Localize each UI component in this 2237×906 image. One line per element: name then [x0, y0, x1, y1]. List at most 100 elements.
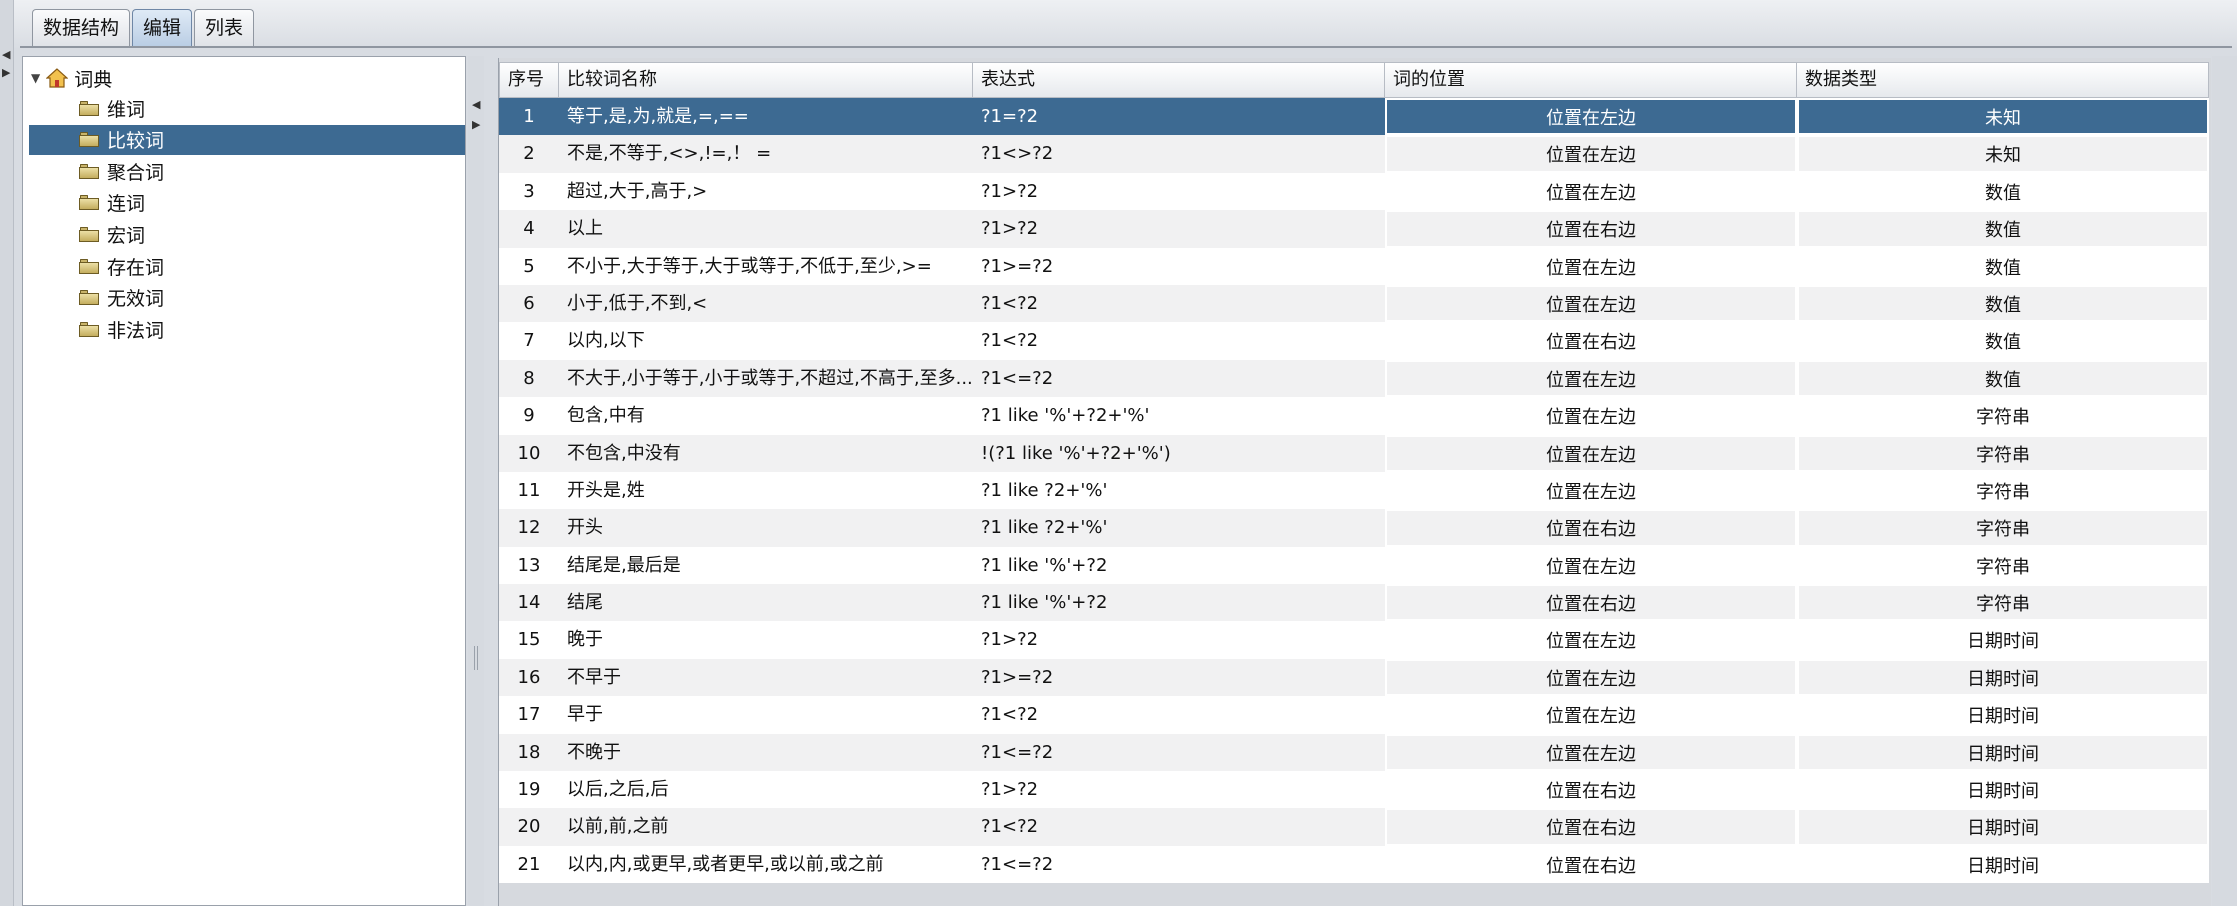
- table-row[interactable]: 14 结尾 ?1 like '%'+?2 位置在右边 字符串: [499, 584, 2209, 622]
- cell-word-position[interactable]: 位置在右边: [1385, 210, 1797, 248]
- cell-index[interactable]: 6: [499, 284, 559, 323]
- table-row[interactable]: 4 以上 ?1>?2 位置在右边 数值: [499, 210, 2209, 248]
- splitter-left-arrow-icon[interactable]: ◀: [472, 98, 480, 111]
- cell-word-position[interactable]: 位置在左边: [1385, 135, 1797, 173]
- cell-expression[interactable]: ?1<=?2: [973, 359, 1385, 398]
- table-row[interactable]: 12 开头 ?1 like ?2+'%' 位置在右边 字符串: [499, 509, 2209, 547]
- tree-item[interactable]: 非法词: [29, 314, 465, 344]
- tree-item[interactable]: 维词: [29, 93, 465, 123]
- cell-expression[interactable]: ?1<?2: [973, 696, 1385, 734]
- cell-word-name[interactable]: 不大于,小于等于,小于或等于,不超过,不高于,至多...: [559, 359, 973, 398]
- cell-index[interactable]: 9: [499, 397, 559, 435]
- splitter-right-arrow-icon[interactable]: ▶: [472, 118, 480, 131]
- cell-expression[interactable]: ?1<?2: [973, 808, 1385, 846]
- table-row[interactable]: 11 开头是,姓 ?1 like ?2+'%' 位置在左边 字符串: [499, 471, 2209, 510]
- table-row[interactable]: 19 以后,之后,后 ?1>?2 位置在右边 日期时间: [499, 771, 2209, 809]
- cell-word-position[interactable]: 位置在右边: [1385, 509, 1797, 547]
- tree-expand-icon[interactable]: ▼: [31, 71, 40, 85]
- cell-data-type[interactable]: 未知: [1797, 98, 2209, 136]
- cell-expression[interactable]: ?1>?2: [973, 210, 1385, 248]
- cell-data-type[interactable]: 字符串: [1797, 546, 2209, 585]
- tree-item[interactable]: 比较词: [29, 124, 465, 155]
- table-row[interactable]: 21 以内,内,或更早,或者更早,或以前,或之前 ?1<=?2 位置在右边 日期时间: [499, 845, 2209, 884]
- cell-expression[interactable]: ?1<?2: [973, 322, 1385, 360]
- cell-word-name[interactable]: 以内,内,或更早,或者更早,或以前,或之前: [559, 845, 973, 884]
- cell-data-type[interactable]: 未知: [1797, 135, 2209, 173]
- header-expression[interactable]: 表达式: [973, 62, 1385, 98]
- cell-expression[interactable]: ?1 like ?2+'%': [973, 471, 1385, 510]
- cell-word-name[interactable]: 结尾是,最后是: [559, 546, 973, 585]
- cell-word-name[interactable]: 以后,之后,后: [559, 771, 973, 809]
- cell-expression[interactable]: ?1 like '%'+?2+'%': [973, 397, 1385, 435]
- table-row[interactable]: 7 以内,以下 ?1<?2 位置在右边 数值: [499, 322, 2209, 360]
- table-row[interactable]: 20 以前,前,之前 ?1<?2 位置在右边 日期时间: [499, 808, 2209, 846]
- cell-word-position[interactable]: 位置在左边: [1385, 98, 1797, 136]
- cell-expression[interactable]: !(?1 like '%'+?2+'%'): [973, 434, 1385, 472]
- cell-word-name[interactable]: 小于,低于,不到,<: [559, 284, 973, 323]
- cell-word-position[interactable]: 位置在左边: [1385, 359, 1797, 398]
- cell-index[interactable]: 17: [499, 696, 559, 734]
- cell-index[interactable]: 16: [499, 658, 559, 697]
- cell-index[interactable]: 19: [499, 771, 559, 809]
- cell-data-type[interactable]: 字符串: [1797, 509, 2209, 547]
- cell-data-type[interactable]: 字符串: [1797, 397, 2209, 435]
- cell-word-position[interactable]: 位置在右边: [1385, 771, 1797, 809]
- cell-word-position[interactable]: 位置在左边: [1385, 434, 1797, 472]
- left-collapse-strip[interactable]: ◀ ▶: [0, 0, 14, 906]
- collapse-arrow-icon[interactable]: ◀: [2, 48, 10, 61]
- cell-index[interactable]: 5: [499, 247, 559, 285]
- table-row[interactable]: 9 包含,中有 ?1 like '%'+?2+'%' 位置在左边 字符串: [499, 397, 2209, 435]
- cell-word-name[interactable]: 早于: [559, 696, 973, 734]
- cell-data-type[interactable]: 数值: [1797, 247, 2209, 285]
- cell-expression[interactable]: ?1<=?2: [973, 845, 1385, 884]
- tree-item[interactable]: 宏词: [29, 219, 465, 249]
- cell-index[interactable]: 18: [499, 733, 559, 772]
- cell-index[interactable]: 21: [499, 845, 559, 884]
- tree-item[interactable]: 存在词: [29, 251, 465, 281]
- tree-item[interactable]: 聚合词: [29, 156, 465, 186]
- cell-data-type[interactable]: 日期时间: [1797, 845, 2209, 884]
- cell-word-name[interactable]: 开头是,姓: [559, 471, 973, 510]
- table-row[interactable]: 8 不大于,小于等于,小于或等于,不超过,不高于,至多... ?1<=?2 位置在左边…: [499, 359, 2209, 398]
- cell-index[interactable]: 13: [499, 546, 559, 585]
- cell-word-position[interactable]: 位置在右边: [1385, 322, 1797, 360]
- cell-index[interactable]: 1: [499, 98, 559, 136]
- splitter-grip[interactable]: [474, 646, 478, 670]
- cell-data-type[interactable]: 日期时间: [1797, 658, 2209, 697]
- cell-data-type[interactable]: 日期时间: [1797, 621, 2209, 659]
- cell-word-position[interactable]: 位置在左边: [1385, 247, 1797, 285]
- cell-expression[interactable]: ?1>=?2: [973, 658, 1385, 697]
- table-row[interactable]: 2 不是,不等于,<>,!=,！ = ?1<>?2 位置在左边 未知: [499, 135, 2209, 173]
- cell-expression[interactable]: ?1 like ?2+'%': [973, 509, 1385, 547]
- cell-word-name[interactable]: 开头: [559, 509, 973, 547]
- cell-index[interactable]: 14: [499, 584, 559, 622]
- table-row[interactable]: 17 早于 ?1<?2 位置在左边 日期时间: [499, 696, 2209, 734]
- tab-data-structure[interactable]: 数据结构: [32, 9, 131, 47]
- cell-word-name[interactable]: 不小于,大于等于,大于或等于,不低于,至少,>=: [559, 247, 973, 285]
- cell-word-name[interactable]: 包含,中有: [559, 397, 973, 435]
- cell-expression[interactable]: ?1>?2: [973, 621, 1385, 659]
- cell-data-type[interactable]: 字符串: [1797, 584, 2209, 622]
- tree-item[interactable]: 无效词: [29, 283, 465, 313]
- cell-word-name[interactable]: 以前,前,之前: [559, 808, 973, 846]
- table-row[interactable]: 6 小于,低于,不到,< ?1<?2 位置在左边 数值: [499, 284, 2209, 323]
- cell-word-position[interactable]: 位置在左边: [1385, 471, 1797, 510]
- cell-word-name[interactable]: 不早于: [559, 658, 973, 697]
- header-word-position[interactable]: 词的位置: [1385, 62, 1797, 98]
- cell-index[interactable]: 8: [499, 359, 559, 398]
- table-row[interactable]: 3 超过,大于,高于,> ?1>?2 位置在左边 数值: [499, 172, 2209, 211]
- cell-word-position[interactable]: 位置在左边: [1385, 172, 1797, 211]
- header-data-type[interactable]: 数据类型: [1797, 62, 2209, 98]
- table-row[interactable]: 18 不晚于 ?1<=?2 位置在左边 日期时间: [499, 733, 2209, 772]
- cell-index[interactable]: 3: [499, 172, 559, 211]
- cell-data-type[interactable]: 数值: [1797, 284, 2209, 323]
- table-row[interactable]: 1 等于,是,为,就是,=,== ?1=?2 位置在左边 未知: [499, 98, 2209, 136]
- cell-word-name[interactable]: 以内,以下: [559, 322, 973, 360]
- cell-expression[interactable]: ?1>=?2: [973, 247, 1385, 285]
- cell-word-name[interactable]: 结尾: [559, 584, 973, 622]
- expand-arrow-icon[interactable]: ▶: [2, 66, 10, 79]
- cell-data-type[interactable]: 日期时间: [1797, 696, 2209, 734]
- cell-expression[interactable]: ?1 like '%'+?2: [973, 546, 1385, 585]
- cell-index[interactable]: 15: [499, 621, 559, 659]
- cell-word-position[interactable]: 位置在左边: [1385, 397, 1797, 435]
